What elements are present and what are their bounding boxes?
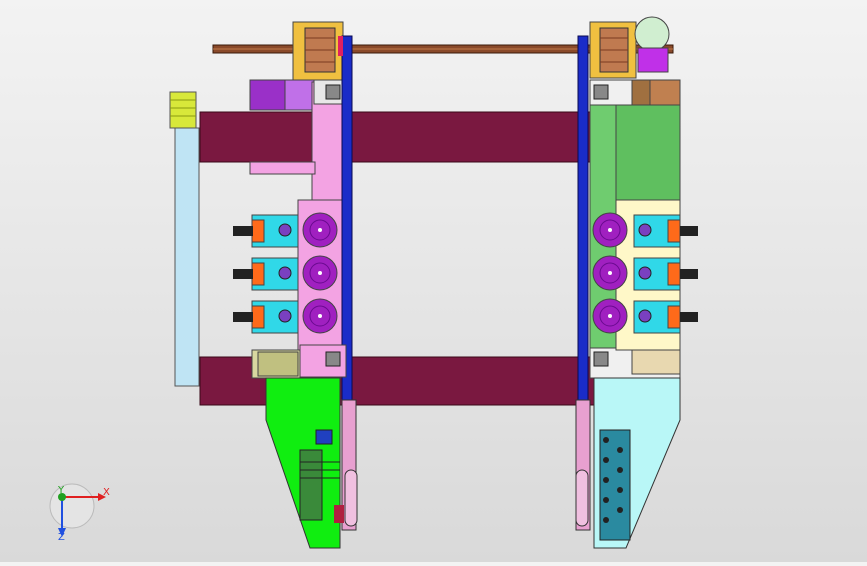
left-gear-drive-1: [233, 214, 299, 248]
right-gear-drive-1: [633, 214, 698, 248]
left-roller-2: [302, 255, 338, 291]
left-gear-drive-2: [233, 257, 299, 291]
left-lower-plate: [265, 377, 341, 549]
right-gear-drive-2: [633, 257, 698, 291]
cad-viewport[interactable]: X Y Z: [0, 0, 867, 562]
right-lower-pink-arm: [575, 399, 591, 531]
left-roller-3: [302, 298, 338, 334]
machine-assembly-drawing: [49, 16, 698, 549]
left-roller-1: [302, 212, 338, 248]
upper-frame-beam: [199, 111, 601, 163]
right-lower-plate: [593, 377, 681, 549]
right-gear-drive-3: [633, 300, 698, 334]
right-roller-2: [592, 255, 628, 291]
right-roller-3: [592, 298, 628, 334]
x-axis-label: X: [103, 487, 110, 498]
left-side-panel: [174, 127, 200, 387]
yellow-motor: [169, 91, 197, 129]
y-axis-label: Y: [58, 485, 65, 496]
left-gear-drive-3: [233, 300, 299, 334]
z-axis-label: Z: [58, 532, 65, 543]
right-roller-1: [592, 212, 628, 248]
